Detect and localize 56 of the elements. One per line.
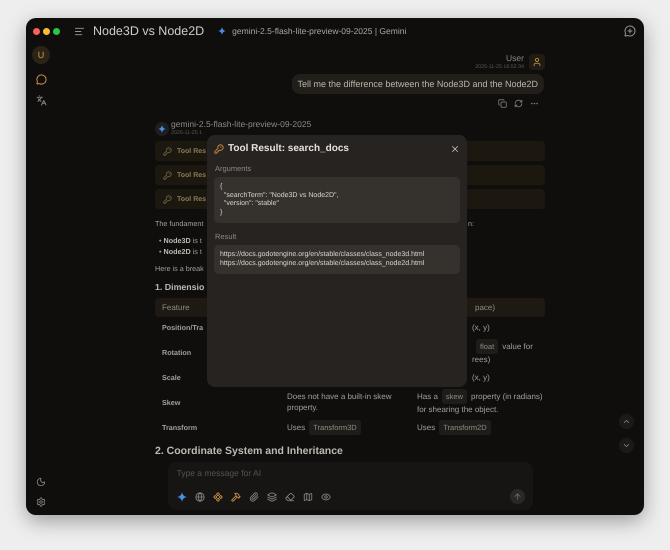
table-text: Uses [287,422,306,432]
zoom-light[interactable] [53,28,60,34]
nodes-icon[interactable] [212,492,222,502]
map-icon[interactable] [302,492,312,502]
section-heading: 1. Dimensio [155,282,204,292]
new-chat-icon[interactable] [624,25,636,37]
table-text: property. [287,402,318,413]
layers-icon[interactable] [266,492,276,502]
translate-icon[interactable] [36,95,46,106]
model-name: gemini-2.5-flash-lite-preview-09-2025 [171,119,312,129]
moon-icon[interactable] [36,477,46,487]
minimize-light[interactable] [43,28,50,34]
table-text: Does not have a built-in skew [287,391,392,402]
scroll-down-button[interactable] [619,438,634,453]
menu-icon[interactable] [74,26,85,36]
model-name[interactable]: gemini-2.5-flash-lite-preview-09-2025 | Gemini [232,26,618,36]
table-text: (x, y) [472,322,490,332]
user-icon [529,54,545,70]
chevron-up-icon [622,417,631,426]
column-header: pace) [468,298,545,317]
dialog-title: Tool Result: search_docs [228,143,350,154]
settings-icon[interactable] [36,497,46,507]
message-bubble: Tell me the difference between the Node3D and the Node2D [292,74,544,94]
message-input[interactable]: Type a message for AI [176,468,524,478]
key-icon [214,144,224,154]
scroll-up-button[interactable] [619,414,634,429]
sparkle-icon [176,492,186,502]
eraser-icon[interactable] [284,492,294,502]
arrow-up-icon [512,492,522,501]
key-icon [163,194,172,204]
copy-icon[interactable] [498,99,507,108]
author-name: User [506,53,524,63]
paperclip-icon[interactable] [248,492,258,502]
close-icon[interactable] [450,144,460,154]
table-text: value for [502,341,533,352]
refresh-icon[interactable] [514,99,523,108]
user-avatar[interactable]: U [32,46,50,64]
key-icon [163,146,172,156]
sparkle-icon [158,125,166,133]
window-title: Node3D vs Node2D [93,24,204,38]
send-button[interactable] [510,489,524,504]
close-light[interactable] [33,28,40,34]
sparkle-icon [218,27,226,35]
table-text: property (in radians) [471,391,543,402]
eye-icon[interactable] [320,492,330,502]
table-text: Has a [417,391,438,402]
globe-icon[interactable] [194,492,204,502]
chevron-down-icon [622,441,631,450]
table-text: for shearing the object. [417,404,498,415]
table-text: (x, y) [472,372,490,382]
table-text: Uses [417,422,436,432]
section-heading: 2. Coordinate System and Inheritance [155,445,343,457]
chat-icon[interactable] [36,74,46,85]
key-icon [163,170,172,180]
hammer-icon[interactable] [230,492,240,502]
table-text: rees) [472,354,490,365]
